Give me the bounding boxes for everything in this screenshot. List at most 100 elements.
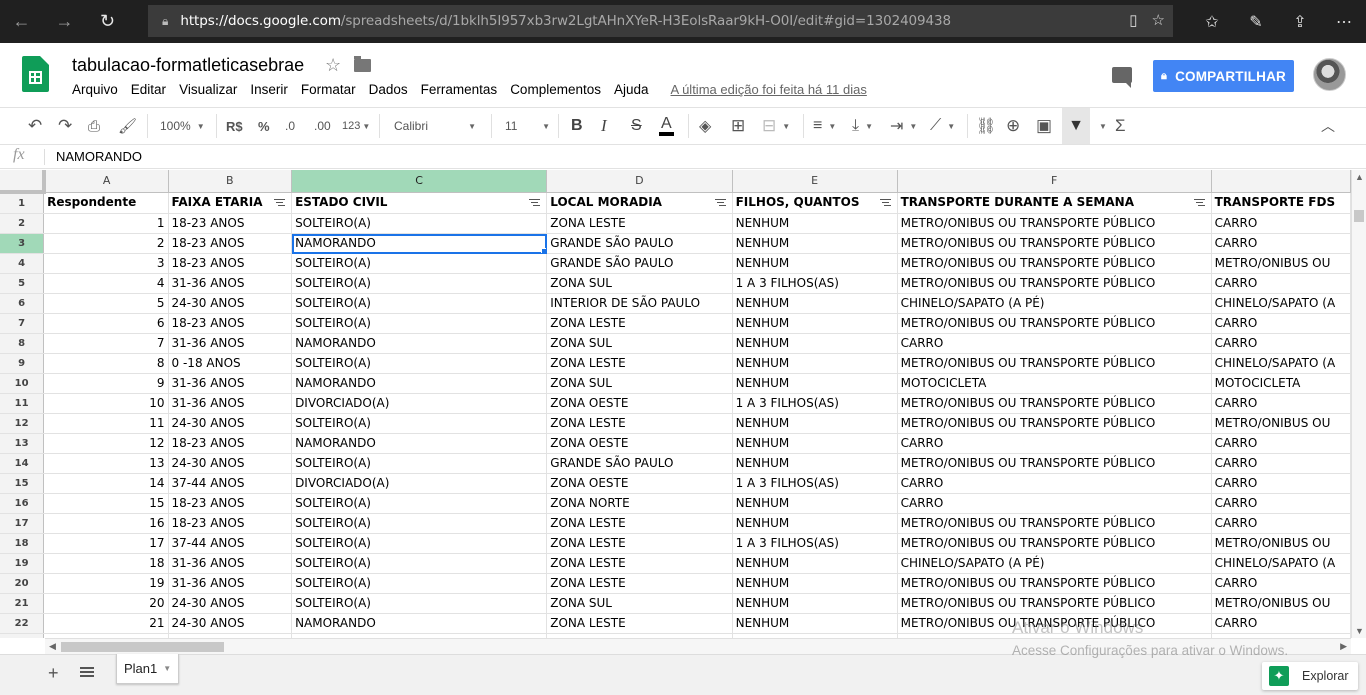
cell[interactable]: NAMORANDO [291,433,548,454]
cell[interactable]: 24-30 ANOS [168,293,293,314]
filter-icon[interactable]: ▼ [1062,108,1090,144]
redo-icon[interactable]: ↷ [58,108,72,144]
cell[interactable]: INTERIOR DE SÃO PAULO [546,293,733,314]
cell[interactable]: METRO/ONIBUS OU TRANSPORTE PÚBLICO [897,533,1212,554]
cell[interactable]: ZONA OESTE [546,393,733,414]
cell[interactable]: SOLTEIRO(A) [291,533,548,554]
filter-icon[interactable] [274,198,286,207]
cell[interactable]: CARRO [1211,213,1351,234]
cell[interactable]: 24-30 ANOS [168,453,293,474]
cell[interactable]: 37-44 ANOS [168,533,293,554]
cell[interactable]: 19 [43,573,169,594]
cell[interactable]: NENHUM [732,413,898,434]
cell[interactable]: ZONA LESTE [546,533,733,554]
row-header[interactable]: 5 [0,273,45,294]
cell[interactable]: 1 [43,213,169,234]
row-header[interactable]: 15 [0,473,45,494]
cell[interactable]: 18-23 ANOS [168,513,293,534]
header-cell[interactable]: ESTADO CIVIL [291,192,548,214]
cell[interactable]: NENHUM [732,313,898,334]
add-sheet-button[interactable]: + [48,663,59,684]
column-header-g[interactable] [1211,170,1351,193]
refresh-button[interactable]: ↻ [86,0,129,43]
cell[interactable]: ZONA LESTE [546,553,733,574]
cell[interactable]: NENHUM [732,373,898,394]
menu-complementos[interactable]: Complementos [510,82,601,97]
menu-visualizar[interactable]: Visualizar [179,82,237,97]
cell[interactable]: METRO/ONIBUS OU TRANSPORTE PÚBLICO [897,213,1212,234]
cell[interactable]: CARRO [1211,393,1351,414]
cell[interactable]: NAMORANDO [291,333,548,354]
vertical-align-icon[interactable]: ⤓ ▼ [852,108,873,144]
cell[interactable]: MOTOCICLETA [897,373,1212,394]
row-header[interactable]: 18 [0,533,45,554]
cell[interactable]: NENHUM [732,593,898,614]
cell[interactable]: CARRO [1211,313,1351,334]
column-header-e[interactable]: E [732,170,898,193]
address-bar[interactable]: 🔒︎ https://docs.google.com/spreadsheets/… [148,5,1173,37]
document-title[interactable]: tabulacao-formatleticasebrae [72,55,304,76]
zoom-select[interactable]: 100% ▼ [160,108,205,144]
cell[interactable]: METRO/ONIBUS OU TRANSPORTE PÚBLICO [897,413,1212,434]
cell[interactable]: 14 [43,473,169,494]
cell[interactable]: NENHUM [732,613,898,634]
text-rotation-icon[interactable]: ⟋ ▼ [930,108,955,144]
cell[interactable]: ZONA LESTE [546,513,733,534]
cell[interactable]: CARRO [897,333,1212,354]
cell[interactable]: 1 A 3 FILHOS(AS) [732,533,898,554]
column-header-b[interactable]: B [168,170,293,193]
sheets-logo-icon[interactable] [22,56,49,92]
filter-icon[interactable] [879,198,891,207]
cell[interactable]: ZONA SUL [546,373,733,394]
cell[interactable]: METRO/ONIBUS OU [1211,533,1351,554]
scroll-right-icon[interactable]: ▶ [1340,641,1347,652]
cell[interactable]: ZONA OESTE [546,433,733,454]
menu-arquivo[interactable]: Arquivo [72,82,118,97]
fill-color-icon[interactable]: ◈ [699,108,711,144]
cell[interactable]: 31-36 ANOS [168,273,293,294]
cell[interactable]: NENHUM [732,293,898,314]
cell[interactable]: GRANDE SÃO PAULO [546,453,733,474]
cell[interactable]: SOLTEIRO(A) [291,213,548,234]
cell[interactable]: ZONA NORTE [546,493,733,514]
cell[interactable]: 18-23 ANOS [168,313,293,334]
cell[interactable]: 18 [43,553,169,574]
filter-icon[interactable] [1193,198,1205,207]
cell[interactable]: 3 [43,253,169,274]
cell[interactable]: 24-30 ANOS [168,593,293,614]
cell[interactable]: ZONA SUL [546,333,733,354]
cell[interactable]: ZONA OESTE [546,473,733,494]
text-wrapping-icon[interactable]: ⇥ ▼ [890,108,917,144]
menu-inserir[interactable]: Inserir [250,82,288,97]
share-page-icon[interactable]: ⇪ [1278,0,1322,43]
cell[interactable]: METRO/ONIBUS OU TRANSPORTE PÚBLICO [897,393,1212,414]
formula-input[interactable]: NAMORANDO [56,149,142,164]
header-cell[interactable]: LOCAL MORADIA [546,192,733,214]
menu-ferramentas[interactable]: Ferramentas [421,82,498,97]
menu-editar[interactable]: Editar [131,82,166,97]
filter-icon[interactable] [529,198,541,207]
percent-format-button[interactable]: % [258,108,270,144]
column-header-f[interactable]: F [897,170,1212,193]
cell[interactable]: CHINELO/SAPATO (A [1211,293,1351,314]
row-header[interactable]: 6 [0,293,45,314]
font-select[interactable]: Calibri ▼ [394,108,476,144]
comments-icon[interactable] [1112,67,1132,88]
cell[interactable]: DIVORCIADO(A) [291,393,548,414]
header-cell[interactable]: FAIXA ETARIA [168,192,293,214]
cell[interactable]: 24-30 ANOS [168,413,293,434]
cell[interactable]: NENHUM [732,453,898,474]
functions-icon[interactable]: Σ [1115,108,1126,144]
borders-icon[interactable]: ⊞ [731,108,745,144]
cell[interactable]: CHINELO/SAPATO (A PÉ) [897,293,1212,314]
increase-decimal-button[interactable]: .00 [314,108,331,144]
menu-formatar[interactable]: Formatar [301,82,356,97]
cell[interactable]: METRO/ONIBUS OU TRANSPORTE PÚBLICO [897,273,1212,294]
cell[interactable]: ZONA LESTE [546,573,733,594]
cell[interactable]: CARRO [1211,333,1351,354]
cell[interactable]: SOLTEIRO(A) [291,293,548,314]
scrollbar-thumb[interactable] [1354,210,1364,222]
cell[interactable]: 1 A 3 FILHOS(AS) [732,393,898,414]
cell[interactable]: 15 [43,493,169,514]
cell[interactable]: 18-23 ANOS [168,253,293,274]
